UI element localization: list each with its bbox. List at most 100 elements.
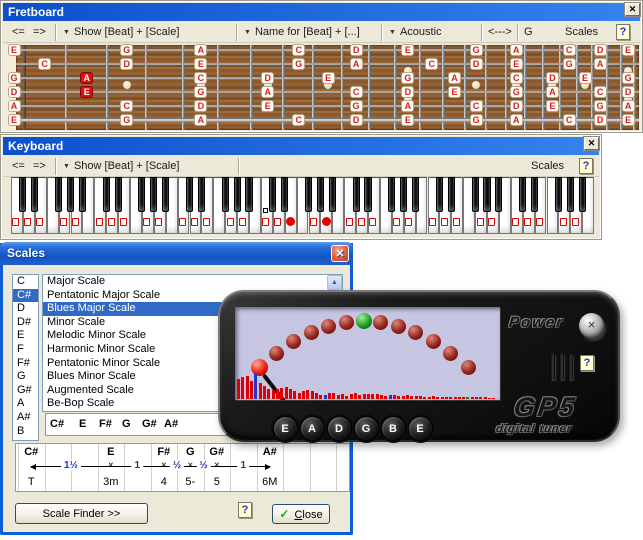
fret-note[interactable]: D bbox=[510, 100, 523, 112]
help-icon[interactable]: ? bbox=[616, 24, 630, 40]
piano-black-key[interactable] bbox=[281, 177, 288, 212]
piano-black-key[interactable] bbox=[19, 177, 26, 212]
piano-black-key[interactable] bbox=[519, 177, 526, 212]
scale-finder-button[interactable]: Scale Finder >> bbox=[15, 503, 148, 524]
piano-black-key[interactable] bbox=[555, 177, 562, 212]
fret-note[interactable]: G bbox=[292, 58, 305, 70]
fretboard-back-button[interactable]: <= bbox=[12, 25, 25, 41]
scales-close-button[interactable]: ✕ bbox=[331, 245, 349, 262]
fret-note[interactable]: A bbox=[194, 114, 207, 126]
fret-note[interactable]: G bbox=[510, 86, 523, 98]
root-item[interactable]: B bbox=[13, 425, 38, 439]
fret-note[interactable]: D bbox=[622, 86, 635, 98]
piano-black-key[interactable] bbox=[198, 177, 205, 212]
fret-note[interactable]: E bbox=[194, 58, 207, 70]
piano-black-key[interactable] bbox=[317, 177, 324, 212]
tuner-string-button-a1[interactable]: A bbox=[300, 416, 325, 441]
piano-black-key[interactable] bbox=[364, 177, 371, 212]
fret-note[interactable]: E bbox=[579, 72, 592, 84]
fret-note[interactable]: E bbox=[401, 44, 414, 56]
fret-note[interactable]: C bbox=[425, 58, 438, 70]
keyboard-scales-button[interactable]: Scales bbox=[531, 159, 564, 175]
fret-note[interactable]: C bbox=[563, 114, 576, 126]
fret-note[interactable]: C bbox=[292, 114, 305, 126]
fret-note[interactable]: C bbox=[510, 72, 523, 84]
root-item[interactable]: G bbox=[13, 370, 38, 384]
fret-note[interactable]: D bbox=[594, 44, 607, 56]
fret-note[interactable]: E bbox=[546, 100, 559, 112]
root-item[interactable]: A bbox=[13, 397, 38, 411]
fret-note[interactable]: E bbox=[8, 114, 21, 126]
root-item[interactable]: A# bbox=[13, 411, 38, 425]
piano-black-key[interactable] bbox=[436, 177, 443, 212]
fret-note[interactable]: C bbox=[194, 72, 207, 84]
fret-note[interactable]: D bbox=[594, 114, 607, 126]
fret-note[interactable]: D bbox=[470, 58, 483, 70]
fret-note[interactable]: E bbox=[510, 58, 523, 70]
fret-note[interactable]: C bbox=[38, 58, 51, 70]
keyboard-back-button[interactable]: <= bbox=[12, 159, 25, 175]
piano-black-key[interactable] bbox=[79, 177, 86, 212]
piano-black-key[interactable] bbox=[115, 177, 122, 212]
fret-note-played[interactable]: A bbox=[80, 72, 93, 84]
piano-black-key[interactable] bbox=[472, 177, 479, 212]
scroll-up-arrow[interactable]: ▲ bbox=[327, 275, 342, 290]
piano-black-key[interactable] bbox=[329, 177, 336, 212]
fretboard-close-button[interactable]: ✕ bbox=[625, 3, 640, 16]
fret-note[interactable]: G bbox=[120, 44, 133, 56]
help-icon[interactable]: ? bbox=[238, 502, 252, 518]
tuner-string-button-g3[interactable]: G bbox=[354, 416, 379, 441]
piano-black-key[interactable] bbox=[269, 177, 276, 212]
fret-note[interactable]: D bbox=[350, 44, 363, 56]
fret-note[interactable]: G bbox=[622, 72, 635, 84]
root-item[interactable]: C bbox=[13, 275, 38, 289]
fret-note[interactable]: A bbox=[261, 86, 274, 98]
piano-black-key[interactable] bbox=[103, 177, 110, 212]
piano-black-key[interactable] bbox=[448, 177, 455, 212]
fret-note[interactable]: A bbox=[510, 44, 523, 56]
fretboard-instrument-dropdown[interactable]: ▼Acoustic bbox=[389, 25, 442, 41]
fret-note[interactable]: D bbox=[401, 86, 414, 98]
fret-note[interactable]: A bbox=[350, 58, 363, 70]
piano-black-key[interactable] bbox=[222, 177, 229, 212]
fret-note[interactable]: A bbox=[510, 114, 523, 126]
root-item[interactable]: F# bbox=[13, 357, 38, 371]
fret-note[interactable]: E bbox=[401, 114, 414, 126]
tuner-string-button-d2[interactable]: D bbox=[327, 416, 352, 441]
fret-note[interactable]: C bbox=[350, 86, 363, 98]
power-knob[interactable]: × bbox=[579, 313, 604, 338]
tuner-string-button-e5[interactable]: E bbox=[408, 416, 433, 441]
piano-black-key[interactable] bbox=[245, 177, 252, 212]
fret-note[interactable]: C bbox=[563, 44, 576, 56]
fretboard-scales-button[interactable]: Scales bbox=[565, 25, 598, 41]
keyboard-close-button[interactable]: ✕ bbox=[584, 137, 599, 150]
piano-black-key[interactable] bbox=[138, 177, 145, 212]
fret-note[interactable]: E bbox=[322, 72, 335, 84]
root-item[interactable]: G# bbox=[13, 384, 38, 398]
fret-note[interactable]: A bbox=[594, 58, 607, 70]
piano-black-key[interactable] bbox=[388, 177, 395, 212]
root-item[interactable]: F bbox=[13, 343, 38, 357]
root-item[interactable]: C# bbox=[13, 289, 38, 303]
fret-note[interactable]: A bbox=[546, 86, 559, 98]
fret-note[interactable]: C bbox=[120, 100, 133, 112]
piano-black-key[interactable] bbox=[531, 177, 538, 212]
help-icon[interactable]: ? bbox=[580, 355, 594, 371]
piano-black-key[interactable] bbox=[483, 177, 490, 212]
fret-note[interactable]: A bbox=[622, 100, 635, 112]
fret-note[interactable]: A bbox=[8, 100, 21, 112]
piano-black-key[interactable] bbox=[31, 177, 38, 212]
piano-black-key[interactable] bbox=[495, 177, 502, 212]
fret-note[interactable]: G bbox=[401, 72, 414, 84]
keyboard-show-dropdown[interactable]: ▼Show [Beat] + [Scale] bbox=[63, 159, 179, 175]
piano-black-key[interactable] bbox=[353, 177, 360, 212]
piano-black-key[interactable] bbox=[67, 177, 74, 212]
root-item[interactable]: D bbox=[13, 302, 38, 316]
fret-note[interactable]: C bbox=[292, 44, 305, 56]
fret-note[interactable]: D bbox=[120, 58, 133, 70]
fret-note[interactable]: G bbox=[120, 114, 133, 126]
fret-note[interactable]: G bbox=[563, 58, 576, 70]
fret-note[interactable]: E bbox=[622, 44, 635, 56]
fret-note[interactable]: D bbox=[8, 86, 21, 98]
fret-note[interactable]: G bbox=[470, 44, 483, 56]
